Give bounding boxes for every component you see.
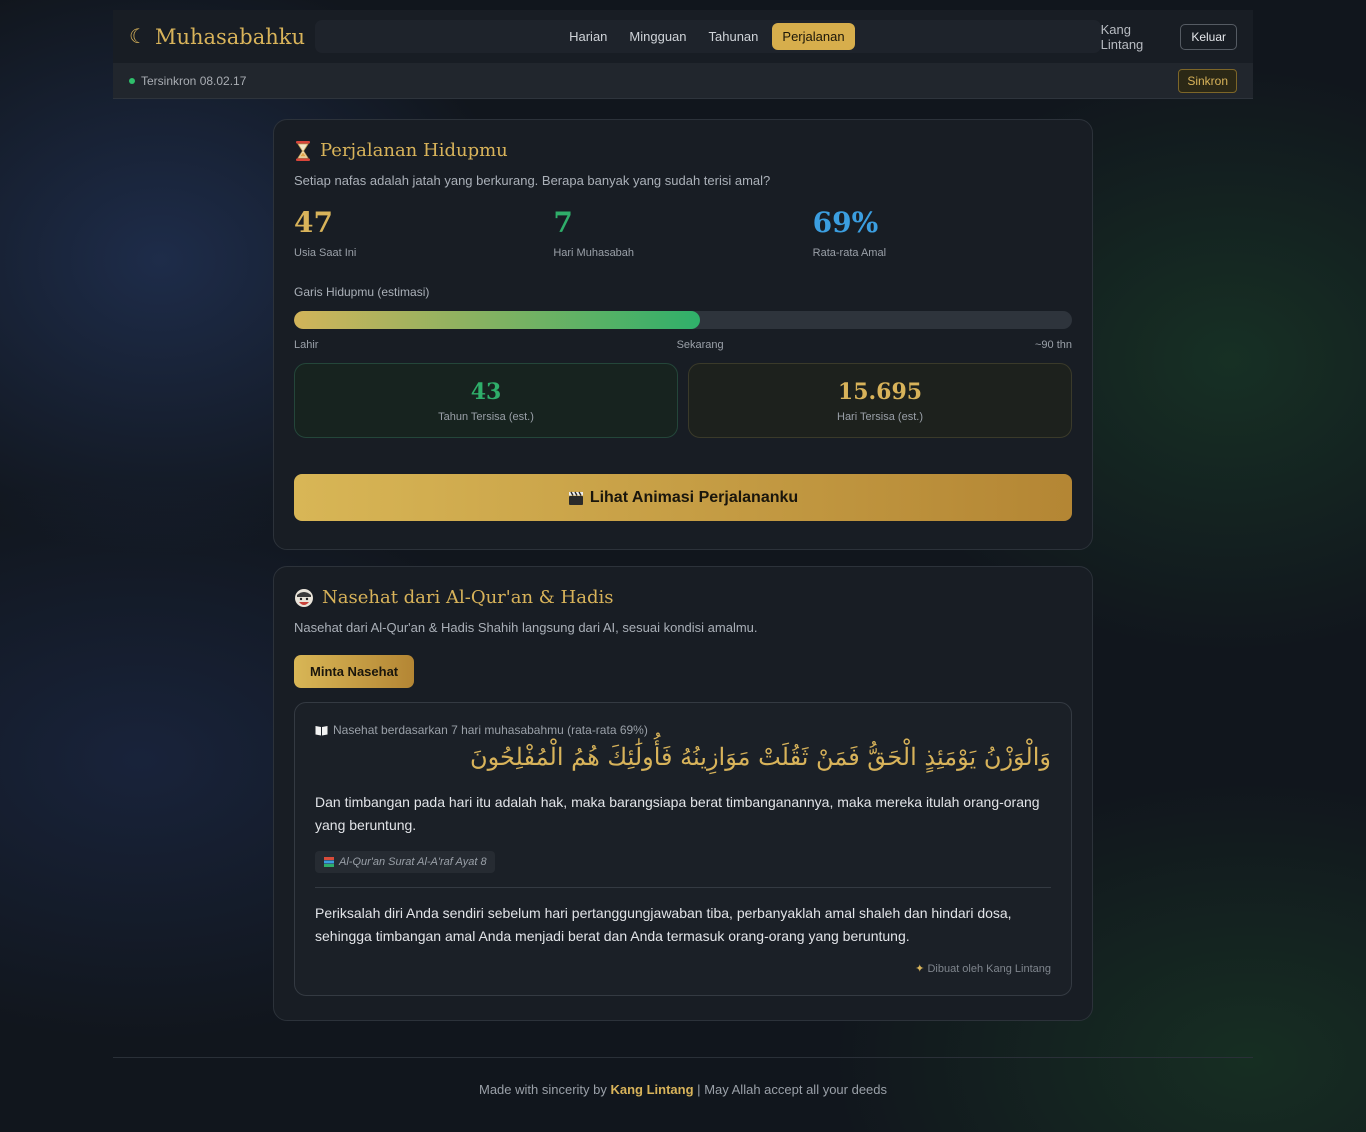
years-remaining-box: 43 Tahun Tersisa (est.) xyxy=(294,363,678,438)
footer-divider xyxy=(113,1057,1253,1058)
days-remaining-box: 15.695 Hari Tersisa (est.) xyxy=(688,363,1072,438)
footer-suffix: May Allah accept all your deeds xyxy=(704,1082,888,1097)
stat-value: 69% xyxy=(812,206,879,239)
hourglass-icon xyxy=(296,140,310,161)
brand[interactable]: ☾ Muhasabahku xyxy=(129,24,305,49)
crescent-moon-icon: ☾ xyxy=(129,26,147,48)
footer: Made with sincerity by Kang Lintang | Ma… xyxy=(0,1082,1366,1097)
tab-harian[interactable]: Harian xyxy=(561,23,615,50)
days-remaining-value: 15.695 xyxy=(837,378,923,405)
journey-stats: 47 Usia Saat Ini 7 Hari Muhasabah 69% Ra… xyxy=(294,206,1072,259)
verse-translation: Dan timbangan pada hari itu adalah hak, … xyxy=(315,794,1040,833)
view-animation-button[interactable]: Lihat Animasi Perjalananku xyxy=(294,474,1072,521)
sync-bar: Tersinkron 08.02.17 Sinkron xyxy=(113,63,1253,99)
clapperboard-icon xyxy=(568,491,583,505)
tab-perjalanan[interactable]: Perjalanan xyxy=(772,23,855,50)
advice-card: Nasehat dari Al-Qur'an & Hadis Nasehat d… xyxy=(273,566,1093,1021)
advice-subtitle: Nasehat dari Al-Qur'an & Hadis Shahih la… xyxy=(294,620,758,635)
book-icon xyxy=(315,725,328,735)
sync-button[interactable]: Sinkron xyxy=(1178,68,1237,93)
advice-note: Nasehat berdasarkan 7 hari muhasabahmu (… xyxy=(315,723,1051,737)
stat-muhasabah-days: 7 Hari Muhasabah xyxy=(553,206,812,259)
remaining-stats: 43 Tahun Tersisa (est.) 15.695 Hari Ters… xyxy=(294,363,1072,438)
lifeline-label: Garis Hidupmu (estimasi) xyxy=(294,285,430,299)
lifeline-bar xyxy=(294,311,1072,329)
journey-title: Perjalanan Hidupmu xyxy=(294,140,1072,161)
sync-status: Tersinkron 08.02.17 xyxy=(141,73,247,88)
logout-button[interactable]: Keluar xyxy=(1180,23,1237,50)
advice-reflection: Periksalah diri Anda sendiri sebelum har… xyxy=(315,905,1012,944)
stat-age: 47 Usia Saat Ini xyxy=(294,206,553,259)
lifeline-start: Lahir xyxy=(294,339,319,351)
divider xyxy=(315,887,1051,888)
lifeline-end: ~90 thn xyxy=(1034,339,1072,351)
books-icon xyxy=(324,857,334,867)
journey-subtitle: Setiap nafas adalah jatah yang berkurang… xyxy=(294,173,771,188)
footer-prefix: Made with sincerity by xyxy=(478,1082,607,1097)
stat-label: Hari Muhasabah xyxy=(553,247,635,259)
tab-tahunan[interactable]: Tahunan xyxy=(701,23,767,50)
user-name: Kang Lintang xyxy=(1100,21,1144,52)
stat-value: 7 xyxy=(553,206,573,239)
lifeline-now: Sekarang xyxy=(676,339,724,351)
days-remaining-label: Hari Tersisa (est.) xyxy=(837,410,923,423)
ask-advice-button[interactable]: Minta Nasehat xyxy=(294,655,415,688)
stat-average-deeds: 69% Rata-rata Amal xyxy=(813,206,1072,259)
arabic-verse: وَالْوَزْنُ يَوْمَئِذٍ الْحَقُّ فَمَنْ ث… xyxy=(470,743,1051,771)
stat-label: Usia Saat Ini xyxy=(294,247,357,259)
footer-author-link[interactable]: Kang Lintang xyxy=(611,1082,694,1097)
advice-credit: ✦ Dibuat oleh Kang Lintang xyxy=(915,963,1051,975)
years-remaining-label: Tahun Tersisa (est.) xyxy=(438,410,534,423)
footer-separator: | xyxy=(697,1082,701,1097)
top-navbar: ☾ Muhasabahku Harian Mingguan Tahunan Pe… xyxy=(113,10,1253,63)
tab-mingguan[interactable]: Mingguan xyxy=(621,23,694,50)
advisor-icon xyxy=(295,588,313,607)
verse-source: Al-Qur'an Surat Al-A'raf Ayat 8 xyxy=(315,851,495,873)
stat-value: 47 xyxy=(294,206,333,239)
journey-card: Perjalanan Hidupmu Setiap nafas adalah j… xyxy=(273,119,1093,550)
lifeline-progress xyxy=(294,311,701,329)
view-animation-label: Lihat Animasi Perjalananku xyxy=(589,488,799,506)
main-nav: Harian Mingguan Tahunan Perjalanan xyxy=(315,20,1101,53)
years-remaining-value: 43 xyxy=(470,378,502,405)
lifeline-marks: Lahir Sekarang ~90 thn xyxy=(294,339,1072,353)
advice-title: Nasehat dari Al-Qur'an & Hadis xyxy=(294,587,1072,608)
advice-result: Nasehat berdasarkan 7 hari muhasabahmu (… xyxy=(294,702,1072,996)
user-area: Kang Lintang Keluar xyxy=(1101,22,1237,52)
sync-status-dot xyxy=(129,77,135,84)
stat-label: Rata-rata Amal xyxy=(812,247,887,259)
sparkles-icon: ✦ xyxy=(915,963,925,975)
brand-name: Muhasabahku xyxy=(154,24,306,49)
